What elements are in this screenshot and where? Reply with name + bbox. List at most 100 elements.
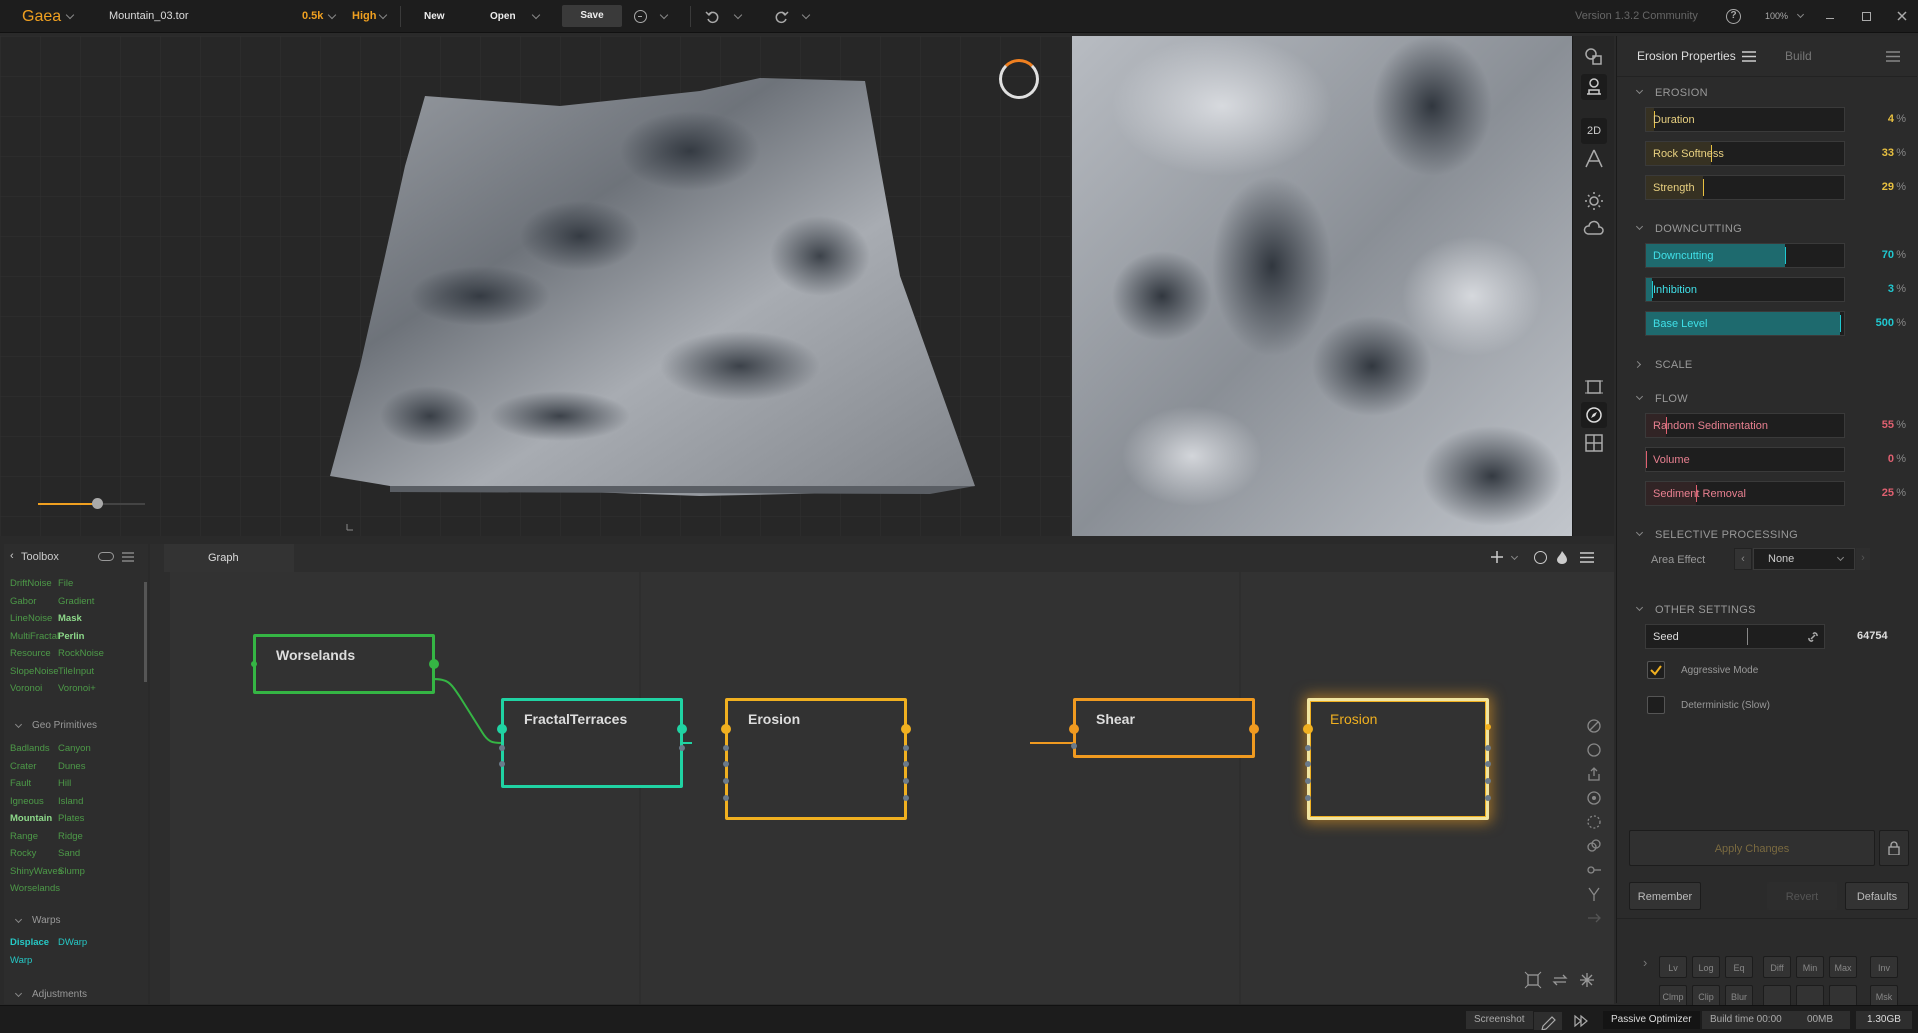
connector-icon[interactable]: [1585, 861, 1603, 879]
slider-value[interactable]: 70: [1834, 249, 1894, 261]
toolbox-item-slopenoise[interactable]: SlopeNoise: [10, 666, 59, 677]
lock-button[interactable]: [1879, 830, 1909, 866]
height-slider-knob[interactable]: [91, 498, 103, 509]
fast-forward-icon[interactable]: [1568, 1012, 1594, 1030]
slider-inhibition[interactable]: Inhibition: [1645, 277, 1845, 302]
deposits-output-port[interactable]: [903, 778, 909, 784]
quick-log-button[interactable]: Log: [1692, 956, 1720, 978]
toolbox-item-range[interactable]: Range: [10, 831, 38, 842]
quick-lv-button[interactable]: Lv: [1659, 956, 1687, 978]
slider-handle[interactable]: [1784, 247, 1786, 264]
zoom-select[interactable]: 100%: [1765, 0, 1788, 33]
target-icon[interactable]: [1534, 551, 1547, 564]
slider-downcutting[interactable]: Downcutting: [1645, 243, 1845, 268]
section-selective-processing[interactable]: SELECTIVE PROCESSING: [1617, 525, 1917, 545]
menu-icon[interactable]: [1886, 51, 1900, 62]
toolbox-item-multifractal[interactable]: MultiFractal: [10, 631, 59, 642]
quick-msk-button[interactable]: Msk: [1870, 985, 1898, 1007]
quick-clmp-button[interactable]: Clmp: [1659, 985, 1687, 1007]
sun-icon[interactable]: [1581, 188, 1607, 214]
slider-random-sedimentation[interactable]: Random Sedimentation: [1645, 413, 1845, 438]
toolbox-item-warp[interactable]: Warp: [10, 955, 32, 966]
toolbox-item-shinywaves[interactable]: ShinyWaves: [10, 866, 62, 877]
refresh-icon[interactable]: [1585, 741, 1603, 759]
tab-erosion-properties[interactable]: Erosion Properties: [1637, 36, 1736, 76]
layers-icon[interactable]: [1581, 44, 1607, 70]
compass-icon[interactable]: [1581, 402, 1607, 428]
toolbox-item-resource[interactable]: Resource: [10, 648, 51, 659]
next-arrow-icon[interactable]: ›: [1856, 548, 1870, 570]
mask-port[interactable]: [1071, 743, 1077, 749]
toolbox-scrollbar[interactable]: [144, 582, 147, 682]
save-button[interactable]: Save: [562, 5, 622, 27]
toolbox-category-warps[interactable]: Warps: [14, 915, 61, 926]
open-button[interactable]: Open: [490, 0, 516, 33]
chevron-down-icon[interactable]: [801, 10, 811, 20]
chevron-down-icon[interactable]: [1796, 10, 1805, 19]
quick-blur-button[interactable]: Blur: [1725, 985, 1753, 1007]
wear-output-port[interactable]: [1485, 761, 1491, 767]
quick-icon-button[interactable]: [1763, 985, 1791, 1007]
dashed-circle-icon[interactable]: [1585, 813, 1603, 831]
chevron-down-icon[interactable]: [65, 10, 75, 20]
aux-output-port[interactable]: [1485, 795, 1491, 801]
toolbox-item-igneous[interactable]: Igneous: [10, 796, 44, 807]
toolbox-item-dwarp[interactable]: DWarp: [58, 937, 87, 948]
input-port[interactable]: [251, 661, 257, 667]
toolbox-item-sand[interactable]: Sand: [58, 848, 80, 859]
frame-icon[interactable]: [1581, 374, 1607, 400]
toolbox-item-plates[interactable]: Plates: [58, 813, 84, 824]
chevron-down-icon[interactable]: [733, 10, 743, 20]
chevron-down-icon[interactable]: [659, 10, 669, 20]
export-icon[interactable]: [1585, 765, 1603, 783]
undo-icon[interactable]: [705, 9, 721, 25]
flame-icon[interactable]: [1556, 550, 1568, 564]
section-erosion[interactable]: EROSION: [1617, 83, 1917, 103]
node-erosion-1[interactable]: Erosion: [721, 698, 911, 820]
menu-icon[interactable]: [1580, 552, 1594, 563]
defaults-button[interactable]: Defaults: [1845, 882, 1909, 910]
prev-arrow-icon[interactable]: ‹: [1734, 548, 1752, 570]
slider-volume[interactable]: Volume: [1645, 447, 1845, 472]
mask-port[interactable]: [723, 745, 729, 751]
toolbox-item-hill[interactable]: Hill: [58, 778, 71, 789]
toolbox-item-file[interactable]: File: [58, 578, 73, 589]
perspective-icon[interactable]: [1581, 146, 1607, 172]
grid-view-icon[interactable]: [1581, 430, 1607, 456]
add-icon[interactable]: [1490, 550, 1504, 564]
node-shear[interactable]: Shear: [1069, 698, 1259, 758]
slider-rock-softness[interactable]: Rock Softness: [1645, 141, 1845, 166]
revert-button[interactable]: Revert: [1767, 882, 1837, 910]
output-port[interactable]: [429, 659, 439, 669]
quick-icon-button[interactable]: [1796, 985, 1824, 1007]
fit-view-icon[interactable]: [1524, 971, 1542, 989]
toolbox-item-perlin[interactable]: Perlin: [58, 631, 84, 642]
slider-handle[interactable]: [1703, 179, 1705, 196]
aux-output-port[interactable]: [903, 795, 909, 801]
quick-min-button[interactable]: Min: [1796, 956, 1824, 978]
toolbox-item-canyon[interactable]: Canyon: [58, 743, 91, 754]
height-slider[interactable]: [38, 498, 145, 509]
aux-port[interactable]: [723, 778, 729, 784]
slider-duration[interactable]: Duration: [1645, 107, 1845, 132]
viewport-3d[interactable]: [0, 36, 1070, 536]
cloud-icon[interactable]: [1581, 216, 1607, 242]
stamp-icon[interactable]: [1581, 74, 1607, 100]
menu-icon[interactable]: [1742, 51, 1756, 62]
section-downcutting[interactable]: DOWNCUTTING: [1617, 219, 1917, 239]
new-button[interactable]: New: [424, 0, 445, 33]
node-worselands[interactable]: Worselands: [251, 634, 439, 694]
branch-icon[interactable]: [1585, 885, 1603, 903]
aux-port[interactable]: [723, 761, 729, 767]
slider-value[interactable]: 29: [1834, 181, 1894, 193]
seed-field[interactable]: Seed: [1645, 624, 1825, 649]
toolbox-item-rocknoise[interactable]: RockNoise: [58, 648, 104, 659]
input-port[interactable]: [1303, 724, 1313, 734]
slider-base-level[interactable]: Base Level: [1645, 311, 1845, 336]
toolbox-item-displace[interactable]: Displace: [10, 937, 49, 948]
tab-build[interactable]: Build: [1785, 36, 1812, 76]
slider-sediment-removal[interactable]: Sediment Removal: [1645, 481, 1845, 506]
slider-handle[interactable]: [1646, 451, 1647, 468]
chevron-down-icon[interactable]: [327, 10, 337, 20]
resolution-select[interactable]: 0.5k: [302, 0, 323, 33]
